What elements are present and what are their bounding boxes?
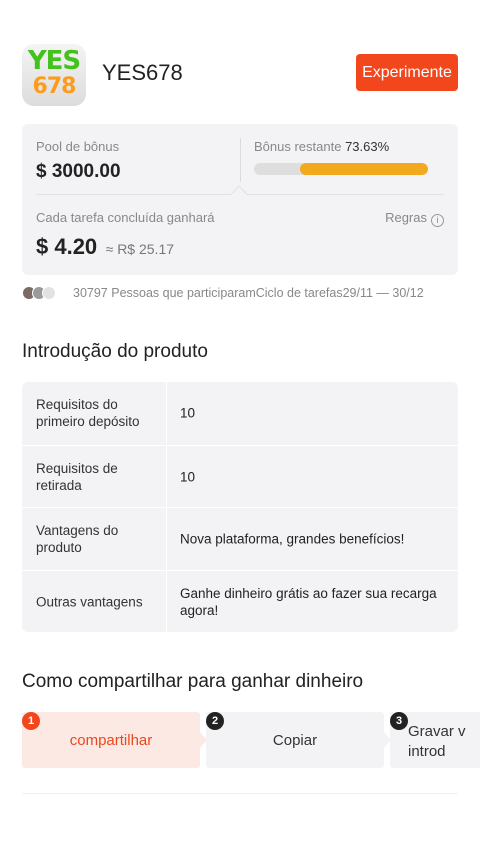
column-divider xyxy=(166,382,167,444)
reward-brl: ≈ R$ 25.17 xyxy=(105,241,175,257)
table-row: Outras vantagens Ganhe dinheiro grátis a… xyxy=(22,570,458,632)
bottom-content-strip xyxy=(22,793,458,833)
rules-label[interactable]: Regras xyxy=(385,210,427,225)
avatar xyxy=(42,286,56,300)
product-intro-title: Introdução do produto xyxy=(22,341,208,362)
column-divider xyxy=(166,446,167,508)
row-value: Ganhe dinheiro grátis ao fazer sua recar… xyxy=(180,585,437,618)
rules-link[interactable]: Regras i xyxy=(385,210,444,227)
step-copy[interactable]: 2 Copiar xyxy=(206,712,384,768)
share-title: Como compartilhar para ganhar dinheiro xyxy=(22,671,364,692)
reward-usd: $ 4.20 xyxy=(36,234,98,259)
info-icon[interactable]: i xyxy=(431,214,444,227)
participants-text: 30797 Pessoas que participaramCiclo de t… xyxy=(73,286,424,300)
pool-value: $ 3000.00 xyxy=(36,161,121,182)
step-share[interactable]: 1 compartilhar xyxy=(22,712,200,768)
app-name: YES678 xyxy=(102,60,183,85)
logo-text-bottom: 678 xyxy=(32,74,77,99)
task-reward: $ 4.20 ≈ R$ 25.17 xyxy=(36,234,174,260)
divider-notch xyxy=(230,185,248,203)
task-reward-label: Cada tarefa concluída ganhará xyxy=(36,210,215,225)
remaining-bonus-label: Bônus restante 73.63% xyxy=(254,139,389,154)
row-value: 10 xyxy=(180,469,196,484)
share-steps: 1 compartilhar 2 Copiar 3 Gravar v intro… xyxy=(22,712,480,770)
product-intro-table: Requisitos do primeiro depósito 10 Requi… xyxy=(22,382,458,632)
app-logo: YES 678 xyxy=(22,44,86,106)
row-key: Outras vantagens xyxy=(36,594,143,609)
table-row: Vantagens do produto Nova plataforma, gr… xyxy=(22,507,458,570)
participants-row: 30797 Pessoas que participaramCiclo de t… xyxy=(22,285,480,303)
table-row: Requisitos do primeiro depósito 10 xyxy=(22,382,458,444)
app-header: YES 678 YES678 Experimente xyxy=(22,44,458,106)
row-key: Requisitos do primeiro depósito xyxy=(36,397,140,429)
remaining-percent: 73.63% xyxy=(345,139,390,154)
logo-text-top: YES xyxy=(27,46,81,76)
column-divider xyxy=(166,508,167,570)
row-value: 10 xyxy=(180,405,196,421)
progress-fill xyxy=(299,163,428,175)
step-number: 2 xyxy=(206,712,224,730)
pool-label: Pool de bônus xyxy=(36,139,120,154)
step-label[interactable]: Copiar xyxy=(206,732,384,749)
row-value: Nova plataforma, grandes benefícios! xyxy=(180,531,405,546)
step-number: 3 xyxy=(390,712,408,730)
step-label[interactable]: compartilhar xyxy=(22,732,200,749)
column-divider xyxy=(166,571,167,632)
remaining-progress-bar xyxy=(254,163,428,175)
step-record[interactable]: 3 Gravar v introd xyxy=(390,712,480,768)
step-number: 1 xyxy=(22,712,40,730)
row-key: Requisitos de retirada xyxy=(36,460,118,493)
bonus-pool-card: Pool de bônus $ 3000.00 Bônus restante 7… xyxy=(22,124,458,275)
try-button[interactable]: Experimente xyxy=(356,54,458,91)
remaining-label-text: Bônus restante xyxy=(254,139,342,154)
step-label[interactable]: Gravar v introd xyxy=(408,722,480,762)
vertical-divider xyxy=(240,138,241,182)
row-key: Vantagens do produto xyxy=(36,522,119,555)
table-row: Requisitos de retirada 10 xyxy=(22,445,458,508)
